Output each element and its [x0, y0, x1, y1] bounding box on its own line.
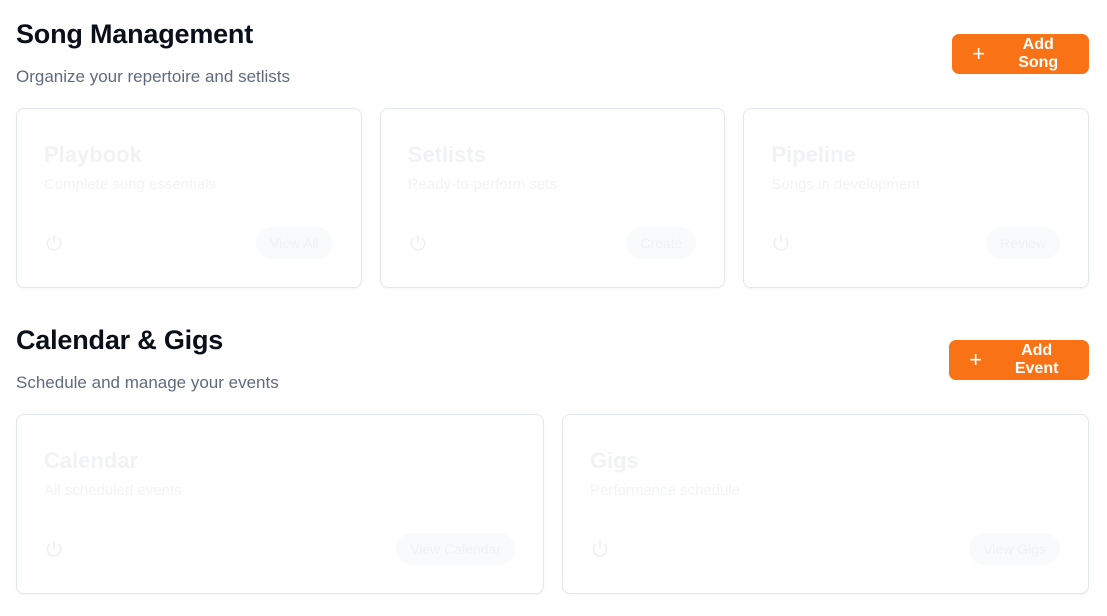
power-icon [771, 233, 791, 253]
view-calendar-button[interactable]: View Calendar [396, 533, 515, 565]
card-title: Calendar [44, 448, 139, 473]
card-description: Complete song essentials [44, 176, 216, 193]
pipeline-card[interactable]: Pipeline Songs in development Review [743, 108, 1090, 288]
add-song-label: Add Song [1018, 36, 1059, 71]
add-song-button[interactable]: + Add Song [952, 34, 1089, 74]
add-event-button[interactable]: + Add Event [949, 340, 1089, 380]
create-button[interactable]: Create [626, 227, 697, 259]
gigs-card[interactable]: Gigs Performance schedule View Gigs [562, 414, 1089, 594]
power-icon [44, 539, 64, 559]
add-event-label: Add Event [1014, 342, 1059, 377]
card-description: All scheduled events [44, 482, 182, 499]
calendar-card[interactable]: Calendar All scheduled events View Calen… [16, 414, 544, 594]
song-cards: Playbook Complete song essentials View A… [16, 108, 1090, 288]
plus-icon: + [972, 41, 986, 66]
card-description: Performance schedule [590, 482, 741, 499]
plus-icon: + [969, 347, 983, 372]
card-title: Setlists [407, 142, 486, 167]
power-icon [44, 233, 64, 253]
section-title: Song Management [16, 19, 254, 49]
setlists-card[interactable]: Setlists Ready-to-perform sets Create [379, 108, 726, 288]
section-subtitle: Schedule and manage your events [16, 373, 279, 392]
card-description: Ready-to-perform sets [407, 176, 557, 193]
power-icon [408, 233, 428, 253]
card-title: Playbook [44, 142, 142, 167]
power-icon [590, 539, 610, 559]
card-description: Songs in development [771, 176, 920, 193]
playbook-card[interactable]: Playbook Complete song essentials View A… [16, 108, 362, 288]
calendar-cards: Calendar All scheduled events View Calen… [16, 414, 1089, 594]
section-subtitle: Organize your repertoire and setlists [16, 67, 291, 86]
section-title: Calendar & Gigs [16, 325, 224, 355]
card-title: Gigs [590, 448, 639, 473]
card-title: Pipeline [771, 142, 856, 167]
view-all-button[interactable]: View All [255, 227, 333, 259]
view-gigs-button[interactable]: View Gigs [969, 533, 1060, 565]
page: Song Management Organize your repertoire… [0, 0, 1107, 616]
review-button[interactable]: Review [986, 227, 1061, 259]
